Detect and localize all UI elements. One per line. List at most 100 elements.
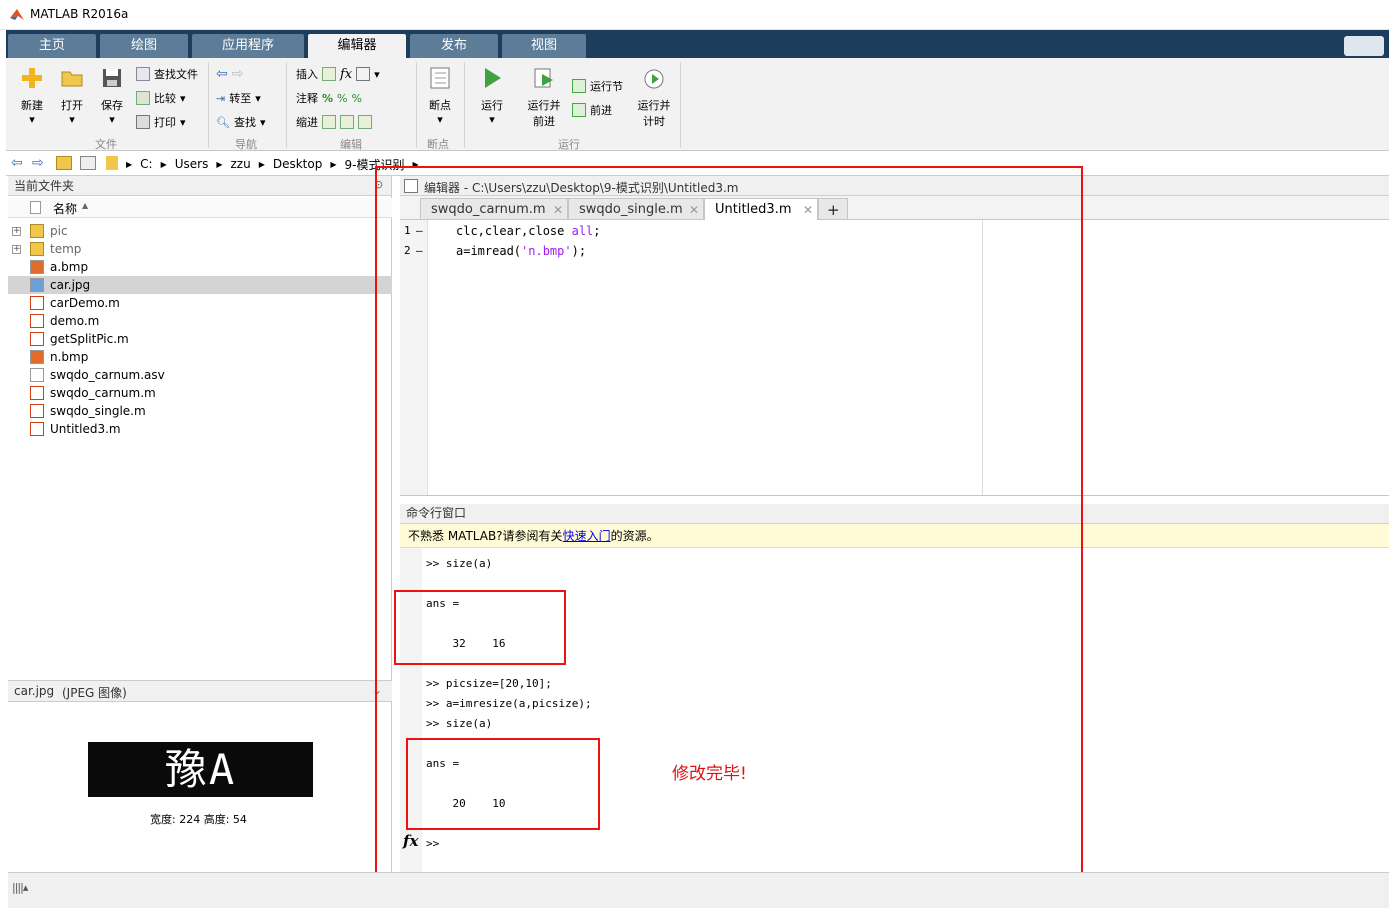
jpg-file-icon [30,278,44,292]
file-name: Untitled3.m [50,422,121,436]
details-header: car.jpg (JPEG 图像) ⌄ [8,680,392,702]
save-icon [103,69,121,87]
indent-button[interactable]: 缩进 [296,114,372,130]
file-row[interactable]: n.bmp [8,348,392,366]
file-name: demo.m [50,314,100,328]
file-type-column-icon [30,201,41,214]
advance-icon [572,103,586,117]
details-filetype: (JPEG 图像) [62,686,127,700]
title-bar: MATLAB R2016a [0,0,1389,30]
find-files-icon [136,67,150,81]
compare-button[interactable]: 比较 ▾ [136,90,186,106]
annotation-box-ans2 [406,738,600,830]
find-button[interactable]: 🔍︎ 查找 ▾ [216,114,266,130]
run-button[interactable]: 运行 ▾ [474,66,510,126]
save-button[interactable]: 保存 ▾ [94,66,130,126]
file-row[interactable]: getSplitPic.m [8,330,392,348]
breadcrumb-part[interactable]: zzu [231,157,251,171]
file-row[interactable]: a.bmp [8,258,392,276]
nav-back-icon: ⇦ [216,66,228,82]
insert-button[interactable]: 插入 fx ▾ [296,66,380,82]
expand-icon[interactable]: + [12,226,21,236]
column-name-label: 名称 [53,202,78,216]
tab-home[interactable]: 主页 [8,34,96,58]
breadcrumb-part[interactable]: Desktop [273,157,323,171]
uncomment-icon: % [337,91,348,105]
file-name: carDemo.m [50,296,120,310]
run-time-icon [644,69,664,89]
section-file-label: 文件 [95,138,117,151]
expand-icon[interactable]: + [12,244,21,254]
file-name: temp [50,242,82,256]
section-breakpoints-label: 断点 [427,138,449,151]
breakpoints-icon [430,67,450,89]
new-plus-icon [22,68,42,88]
file-name: swqdo_carnum.m [50,386,156,400]
image-dimensions: 宽度: 224 高度: 54 [150,813,247,826]
file-row[interactable]: swqdo_single.m [8,402,392,420]
status-bar: ||||▴ [8,872,1389,908]
section-nav-label: 导航 [235,138,257,151]
browse-folder-icon[interactable] [80,156,96,170]
find-files-button[interactable]: 查找文件 [136,66,198,82]
file-name: a.bmp [50,260,89,274]
print-button[interactable]: 打印 ▾ [136,114,186,130]
file-row[interactable]: + temp [8,240,392,258]
tab-publish[interactable]: 发布 [410,34,498,58]
run-section-icon [572,79,586,93]
run-section-button[interactable]: 运行节 [572,78,623,94]
increase-indent-icon [340,115,354,129]
tab-apps[interactable]: 应用程序 [192,34,304,58]
file-row[interactable]: car.jpg [8,276,392,294]
advance-button[interactable]: 前进 [572,102,612,118]
up-folder-icon[interactable] [56,156,72,170]
file-row[interactable]: + pic [8,222,392,240]
run-play-icon [485,68,501,88]
file-row[interactable]: carDemo.m [8,294,392,312]
open-button[interactable]: 打开 ▾ [54,66,90,126]
m-file-icon [30,296,44,310]
goto-button[interactable]: ⇥ 转至 ▾ [216,90,261,106]
breadcrumb-part[interactable]: C: [140,157,152,171]
goto-icon: ⇥ [216,91,226,105]
new-button[interactable]: 新建 ▾ [14,66,50,126]
m-file-icon [30,386,44,400]
annotation-box-ans1 [394,590,566,665]
fx-icon: fx [340,66,353,82]
status-grip-icon[interactable]: ||||▴ [12,881,28,894]
print-icon [136,115,150,129]
matlab-logo-icon [10,9,24,20]
folder-file-icon [30,242,44,256]
decrease-indent-icon [358,115,372,129]
back-forward-nav[interactable]: ⇦ ⇨ [216,66,243,82]
m-file-icon [30,404,44,418]
wrap-comment-icon: % [351,91,362,105]
quick-access-toolbar[interactable] [1344,36,1384,56]
run-and-time-button[interactable]: 运行并 计时 [632,66,676,129]
image-file-icon [30,260,44,274]
file-row[interactable]: demo.m [8,312,392,330]
ribbon: 新建 ▾ 打开 ▾ 保存 ▾ 查找文件 比较 ▾ 打印 ▾ 文件 ⇦ ⇨ ⇥ 转至 ▾ 🔍︎ 查找… [6,58,1389,151]
insert-function-icon [356,67,371,81]
comment-button[interactable]: 注释%%% [296,90,362,106]
forward-icon[interactable]: ⇨ [32,155,44,171]
search-icon: 🔍︎ [216,115,230,129]
file-row[interactable]: swqdo_carnum.m [8,384,392,402]
back-icon[interactable]: ⇦ [11,155,23,171]
run-advance-icon [534,68,553,88]
column-header[interactable]: 名称 ▲ [8,198,392,218]
file-name: getSplitPic.m [50,332,129,346]
file-row[interactable]: swqdo_carnum.asv [8,366,392,384]
tab-plots[interactable]: 绘图 [100,34,188,58]
file-row[interactable]: Untitled3.m [8,420,392,438]
breadcrumb-part[interactable]: Users [175,157,209,171]
smart-indent-icon [322,115,336,129]
tab-view[interactable]: 视图 [502,34,586,58]
tab-editor[interactable]: 编辑器 [308,34,406,58]
breakpoints-button[interactable]: 断点 ▾ [422,66,458,126]
blank-file-icon [30,368,44,382]
run-advance-button[interactable]: 运行并 前进 [522,66,566,129]
divider [464,62,465,148]
current-folder-title: 当前文件夹 [8,176,391,196]
fn-file-icon [30,332,44,346]
